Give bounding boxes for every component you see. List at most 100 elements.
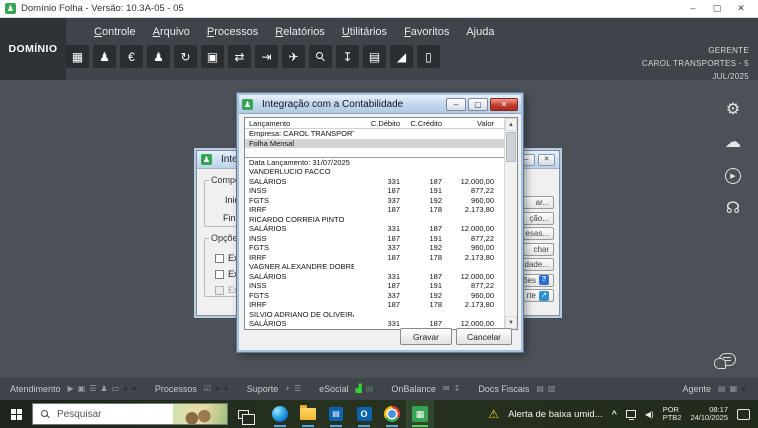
play-circle-icon[interactable]: ▶ [725,168,741,184]
hidden-icons-chevron[interactable]: ^ [612,409,617,419]
scroll-thumb[interactable] [506,132,516,162]
status-indicator-icon[interactable]: + [285,384,290,394]
import-download-icon[interactable]: ↧ [336,45,359,68]
search-highlight-image[interactable] [173,404,227,424]
notification-center-icon[interactable] [737,408,750,420]
transfer-icon[interactable]: ⇄ [228,45,251,68]
taskbar-dominio-icon[interactable]: ▦ [406,400,434,428]
list-row[interactable]: VANDERLUCIO FACCO [245,167,504,177]
tray-alert-text[interactable]: Alerta de baixa umid... [508,409,603,420]
settings-gear-icon[interactable]: ⚙ [726,102,740,118]
list-row[interactable]: INSS 187 191 877,22 [245,186,504,196]
values-currency-icon[interactable]: € [120,45,143,68]
network-icon[interactable] [625,410,636,420]
status-indicator-icon[interactable]: ● [123,384,128,394]
menu-relatórios[interactable]: Relatórios [275,26,325,38]
checkbox-icon[interactable] [215,269,224,279]
warning-triangle-icon[interactable]: ⚠ [488,407,499,421]
chat-bubbles-icon[interactable] [714,353,736,369]
task-view-button[interactable] [228,409,258,425]
list-row[interactable]: VAGNER ALEXANDRE DOBRE [245,262,504,272]
clock[interactable]: 08:17 24/10/2025 [690,405,728,423]
menu-utilitários[interactable]: Utilitários [342,26,387,38]
dialog-maximize-button[interactable]: ▢ [468,97,488,111]
list-row[interactable]: RICARDO CORREIA PINTO [245,215,504,225]
vacation-airplane-icon[interactable]: ✈ [282,45,305,68]
list-row[interactable]: Folha Mensal [245,138,504,148]
list-row[interactable] [245,148,504,158]
scroll-up-icon[interactable]: ▲ [505,118,517,131]
status-indicator-icon[interactable]: ▤ [536,384,544,394]
status-indicator-icon[interactable]: ● [741,384,746,394]
window-close-button[interactable]: ✕ [729,3,753,14]
company-building-icon[interactable]: ▦ [66,45,89,68]
status-indicator-icon[interactable]: ▶ [68,384,74,394]
list-row[interactable]: FGTS 337 192 960,00 [245,291,504,301]
chart-icon[interactable]: ◢ [390,45,413,68]
status-indicator-icon[interactable]: ▥ [548,384,556,394]
status-indicator-icon[interactable]: ▭ [112,384,120,394]
checkbox-icon[interactable] [215,253,224,263]
status-indicator-icon[interactable]: ↧ [454,384,461,394]
window-minimize-button[interactable]: – [681,3,705,14]
status-indicator-icon[interactable]: ▣ [78,384,86,394]
list-row[interactable]: SALÁRIOS 331 187 12.000,00 [245,224,504,234]
vertical-scrollbar[interactable]: ▲ ▼ [504,118,517,329]
list-row[interactable]: IRRF 187 178 2.173,80 [245,300,504,310]
search-icon[interactable] [309,45,332,68]
status-indicator-icon[interactable]: ☑ [204,384,211,394]
window-maximize-button[interactable]: ▢ [705,3,729,14]
status-indicator-icon[interactable]: ● [132,384,137,394]
list-row[interactable]: IRRF 187 178 2.173,80 [245,253,504,263]
taskbar-explorer-icon[interactable] [294,400,322,428]
status-indicator-icon[interactable]: ● [224,384,229,394]
dialog-close-button[interactable]: ✕ [490,97,518,111]
document-sync-icon[interactable]: ↻ [174,45,197,68]
gravar-button[interactable]: Gravar [400,328,452,345]
menu-favoritos[interactable]: Favoritos [404,26,449,38]
list-row[interactable]: Data Lançamento: 31/07/2025 [245,158,504,168]
taskbar-edge-icon[interactable] [266,400,294,428]
list-row[interactable]: INSS 187 191 877,22 [245,234,504,244]
menu-controle[interactable]: Controle [94,26,136,38]
status-indicator-icon[interactable]: ▟ [356,384,362,394]
list-row[interactable]: FGTS 337 192 960,00 [245,243,504,253]
menu-ajuda[interactable]: Ajuda [466,26,494,38]
taskbar-outlook-icon[interactable]: O [350,400,378,428]
status-indicator-icon[interactable]: ▤ [366,384,374,394]
exit-door-icon[interactable]: ▯ [417,45,440,68]
status-indicator-icon[interactable]: ▤ [718,384,726,394]
list-row[interactable]: FGTS 337 192 960,00 [245,196,504,206]
speaker-icon[interactable]: ◀) [645,410,654,419]
employee-icon[interactable]: ♟ [93,45,116,68]
status-indicator-icon[interactable]: ▦ [730,384,738,394]
calculator-icon[interactable]: ▤ [363,45,386,68]
dialog-minimize-button[interactable]: – [446,97,466,111]
rescission-icon[interactable]: ⇥ [255,45,278,68]
cancelar-button[interactable]: Cancelar [456,328,512,345]
employee-search-icon[interactable]: ♟ [147,45,170,68]
menu-processos[interactable]: Processos [207,26,258,38]
dialog-titlebar[interactable]: ♟ Integração com a Contabilidade – ▢ ✕ [239,95,521,114]
list-row[interactable]: INSS 187 191 877,22 [245,281,504,291]
list-row[interactable]: SALÁRIOS 331 187 12.000,00 [245,272,504,282]
support-headset-icon[interactable]: ☊ [726,201,740,217]
status-indicator-icon[interactable]: ✉ [443,384,450,394]
status-indicator-icon[interactable]: ♟ [100,384,107,394]
bg-close-button[interactable]: ✕ [538,153,555,166]
status-indicator-icon[interactable]: ☰ [294,384,301,394]
list-row[interactable]: SILVIO ADRIANO DE OLIVEIRA [245,310,504,320]
list-row[interactable]: Empresa: CAROL TRANSPORTES LTDA [245,129,504,139]
list-row[interactable]: IRRF 187 178 2.173,80 [245,205,504,215]
list-row[interactable]: SALÁRIOS 331 187 12.000,00 [245,177,504,187]
language-indicator[interactable]: POR PTB2 [663,405,682,423]
menu-arquivo[interactable]: Arquivo [153,26,190,38]
taskbar-chrome-icon[interactable] [378,400,406,428]
calendar-icon[interactable]: ▣ [201,45,224,68]
start-button[interactable] [0,400,32,428]
taskbar-search-input[interactable]: Pesquisar [32,403,228,425]
taskbar-store-icon[interactable]: ▤ [322,400,350,428]
cloud-upload-icon[interactable]: ☁ [725,135,741,151]
status-indicator-icon[interactable]: ● [215,384,220,394]
status-indicator-icon[interactable]: ☰ [89,384,96,394]
